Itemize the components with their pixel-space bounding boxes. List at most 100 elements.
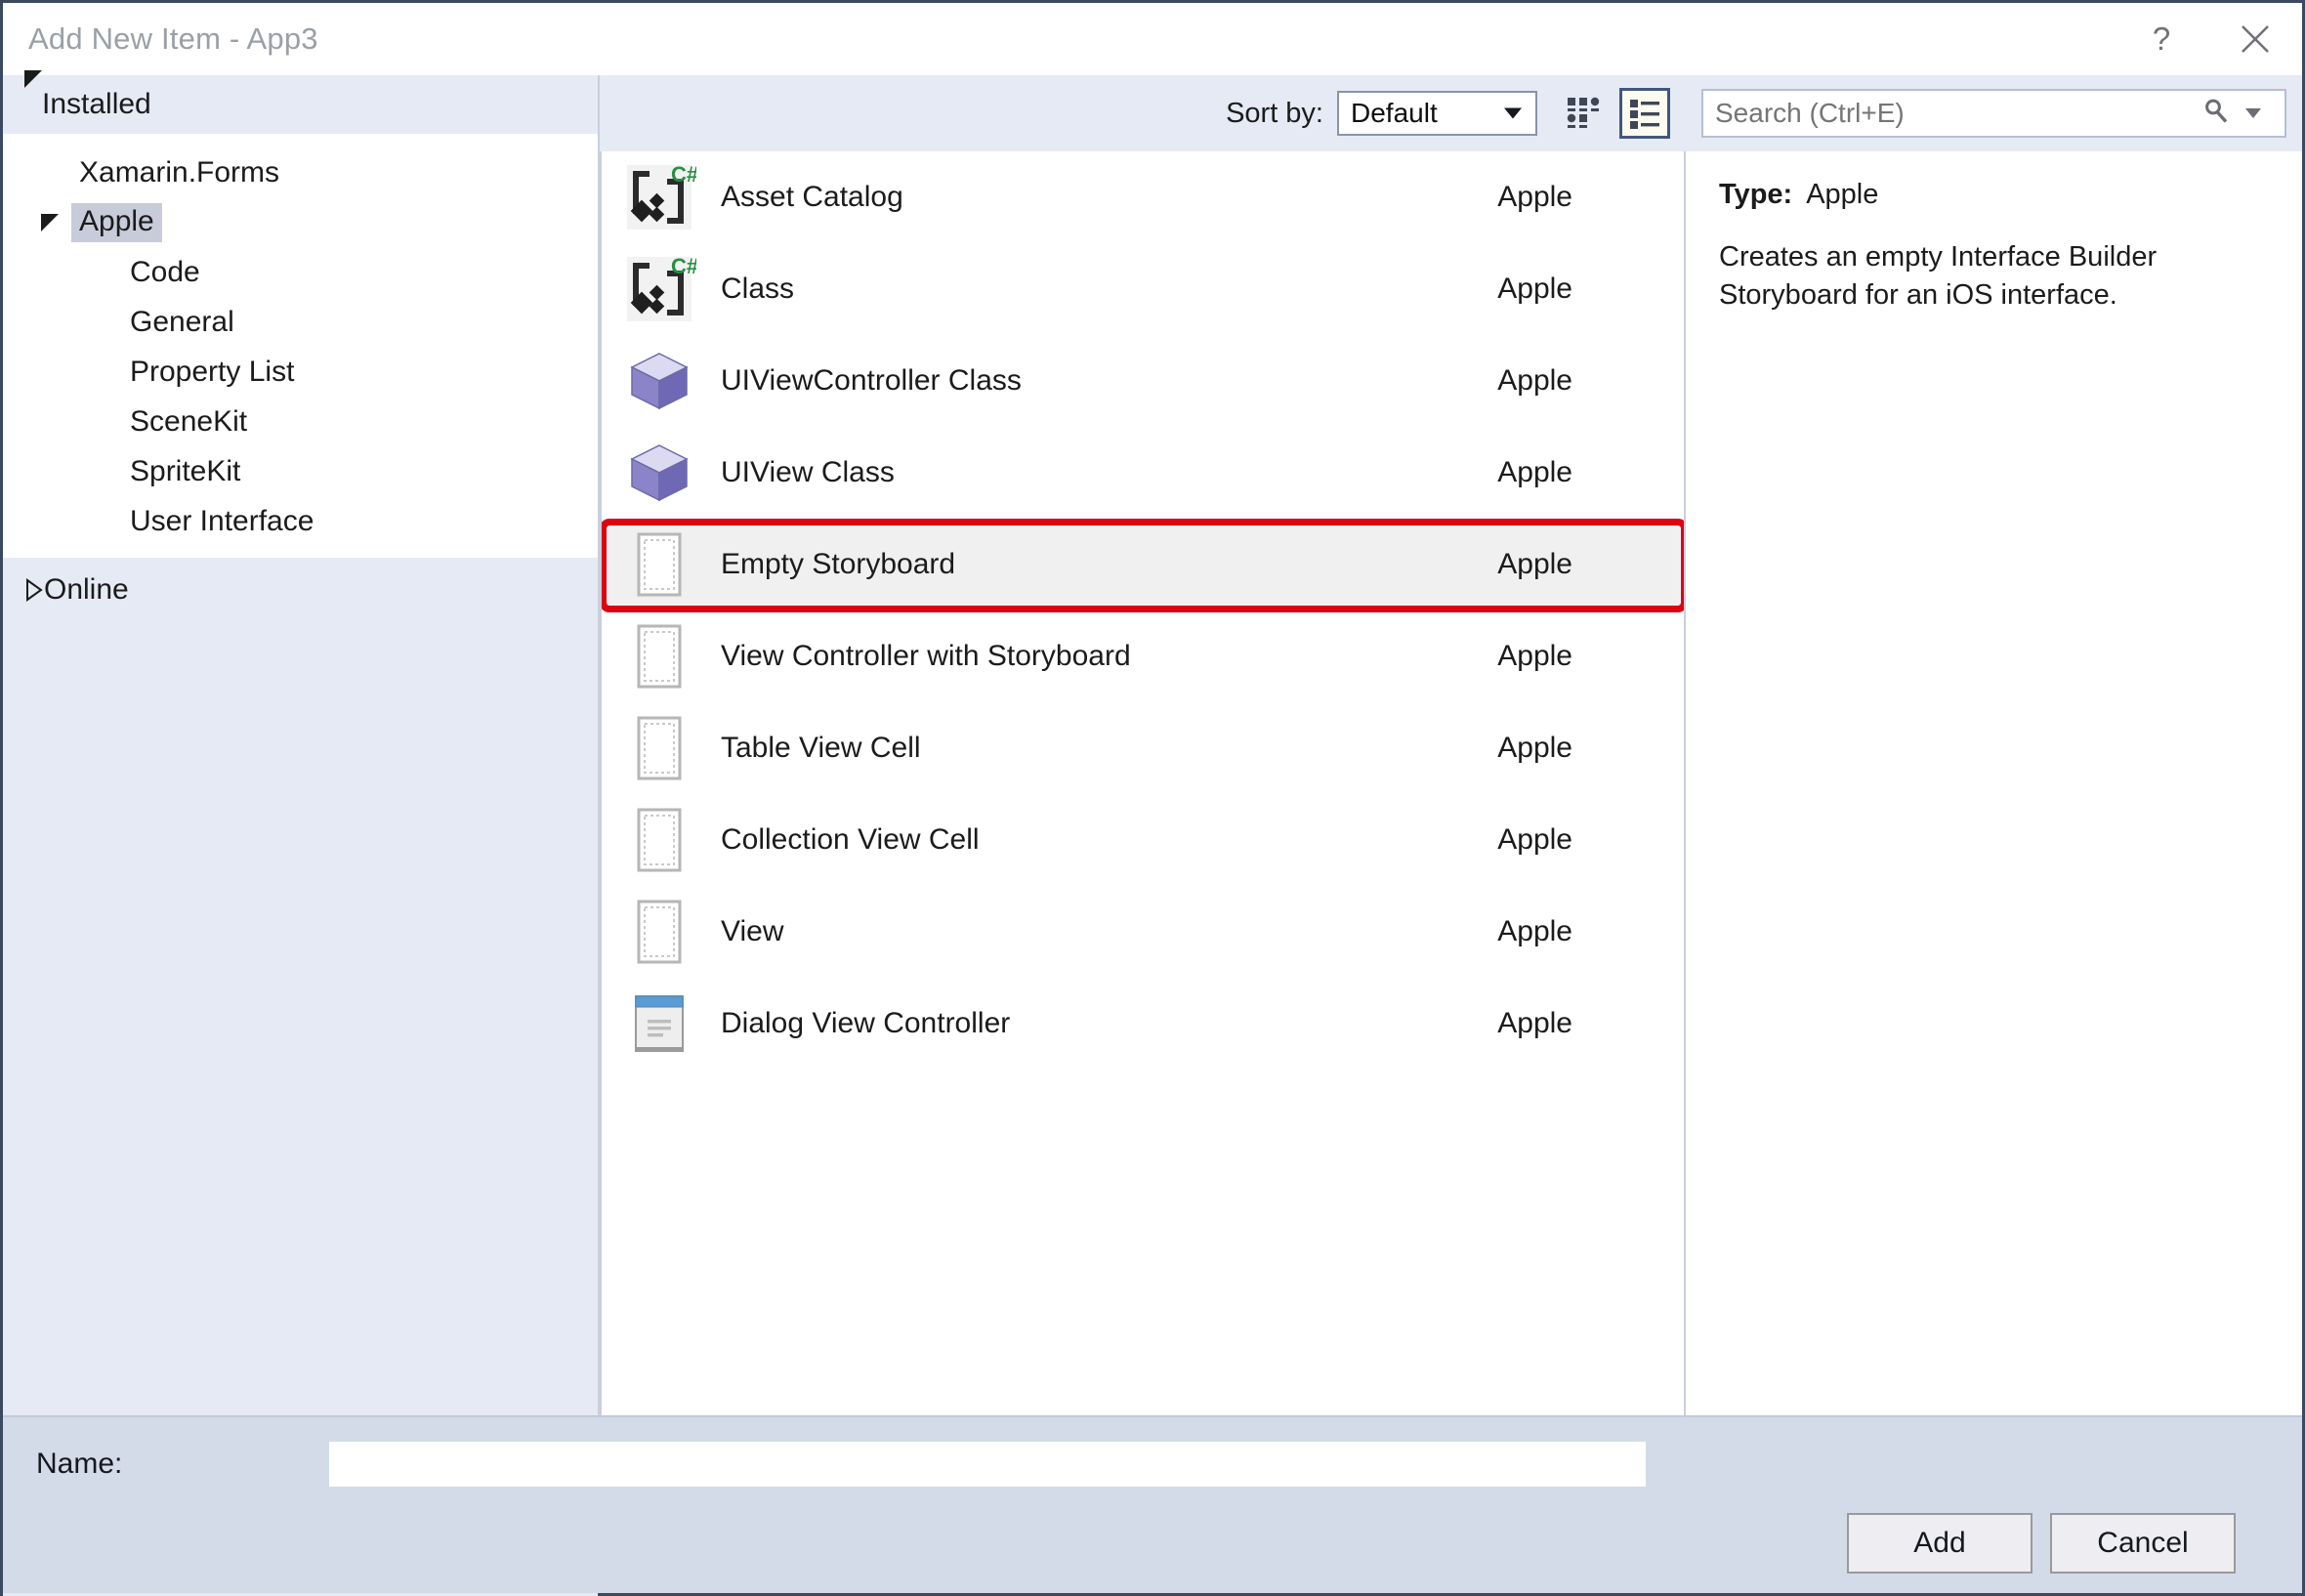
csharp-class-icon: C# (619, 157, 699, 237)
search-box[interactable] (1701, 89, 2286, 138)
sidebar-item-xamarin-forms[interactable]: Xamarin.Forms (3, 147, 598, 197)
svg-text:C#: C# (671, 162, 696, 187)
list-item[interactable]: Collection View Cell Apple (602, 794, 1684, 886)
view-mode-buttons (1559, 88, 1670, 139)
close-button[interactable] (2208, 3, 2302, 75)
dialog-body: Installed Xamarin.Forms Apple Code Gener… (3, 70, 2302, 1596)
search-area (1686, 89, 2302, 138)
sidebar-group-installed-label: Installed (42, 88, 151, 120)
dialog-window-icon (619, 984, 699, 1064)
list-item-origin: Apple (1497, 181, 1572, 213)
expander-down-icon[interactable] (24, 70, 42, 121)
detail-description: Creates an empty Interface Builder Story… (1719, 241, 2158, 312)
list-item-empty-storyboard[interactable]: Empty Storyboard Apple (602, 519, 1684, 610)
title-bar-buttons: ? (2115, 3, 2302, 75)
sidebar-item-label: General (130, 305, 234, 338)
search-input[interactable] (1703, 92, 2284, 135)
list-item-origin: Apple (1497, 364, 1572, 397)
storyboard-icon (619, 800, 699, 880)
sort-by-label: Sort by: (1226, 97, 1323, 129)
sidebar-item-label: Xamarin.Forms (79, 155, 280, 189)
sidebar-group-online[interactable]: Online (3, 558, 598, 622)
sort-by-value: Default (1351, 98, 1438, 128)
list-item-origin: Apple (1497, 640, 1572, 672)
sidebar-item-property-list[interactable]: Property List (3, 347, 598, 397)
sort-by-dropdown[interactable]: Default (1337, 91, 1537, 136)
name-input[interactable] (329, 1442, 1646, 1487)
list-and-details: C# Asset Catalog Apple C# Class Apple UI… (600, 151, 2302, 1415)
list-view-button[interactable] (1619, 88, 1670, 139)
storyboard-icon (619, 616, 699, 696)
sidebar-item-label: Property List (130, 355, 295, 388)
sidebar-installed-items: Xamarin.Forms Apple Code General Propert… (3, 134, 598, 558)
add-button[interactable]: Add (1847, 1513, 2033, 1574)
sidebar-item-label: SpriteKit (130, 454, 241, 487)
chevron-down-icon (1504, 107, 1522, 119)
search-icon[interactable] (2202, 98, 2230, 130)
sidebar-group-online-label: Online (44, 573, 129, 606)
expander-down-icon[interactable] (24, 213, 75, 231)
toolbar-controls: Sort by: Default (600, 88, 1686, 139)
detail-type-row: Type: Apple (1719, 179, 2269, 211)
window-title: Add New Item - App3 (28, 21, 318, 56)
list-item-name: View Controller with Storyboard (721, 640, 1131, 672)
template-details-panel: Type: Apple Creates an empty Interface Bu… (1686, 151, 2302, 1415)
sidebar-item-label: SceneKit (130, 404, 248, 438)
sidebar-item-label: Code (130, 255, 200, 288)
center-column: Sort by: Default Search (Ctrl+E) C# Asse… (600, 75, 2302, 1415)
tiles-view-icon (1567, 97, 1600, 128)
list-item[interactable]: Dialog View Controller Apple (602, 978, 1684, 1070)
list-item[interactable]: Table View Cell Apple (602, 702, 1684, 794)
list-item-name: UIViewController Class (721, 364, 1022, 397)
list-item-name: Empty Storyboard (721, 548, 956, 580)
list-item-name: UIView Class (721, 456, 895, 488)
template-list[interactable]: C# Asset Catalog Apple C# Class Apple UI… (600, 151, 1686, 1415)
cancel-button[interactable]: Cancel (2050, 1513, 2236, 1574)
sidebar-item-label: Apple (71, 202, 162, 242)
svg-text:C#: C# (671, 254, 696, 278)
list-item-origin: Apple (1497, 456, 1572, 488)
sidebar-item-general[interactable]: General (3, 297, 598, 347)
dialog-footer: Name: Add Cancel (3, 1415, 2302, 1593)
detail-type-label: Type: (1719, 179, 1793, 210)
chevron-down-icon[interactable] (2245, 108, 2261, 118)
list-item[interactable]: UIViewController Class Apple (602, 335, 1684, 427)
list-item-name: Dialog View Controller (721, 1007, 1011, 1039)
list-item-name: Table View Cell (721, 732, 921, 764)
list-item-origin: Apple (1497, 915, 1572, 947)
list-item[interactable]: C# Class Apple (602, 243, 1684, 335)
list-item[interactable]: C# Asset Catalog Apple (602, 151, 1684, 243)
list-item-origin: Apple (1497, 548, 1572, 580)
sidebar-item-spritekit[interactable]: SpriteKit (3, 446, 598, 496)
list-toolbar: Sort by: Default (600, 75, 2302, 151)
list-item-name: Collection View Cell (721, 823, 980, 856)
close-icon (2242, 25, 2269, 53)
help-button[interactable]: ? (2115, 3, 2208, 75)
list-item[interactable]: View Controller with Storyboard Apple (602, 610, 1684, 702)
list-item-origin: Apple (1497, 823, 1572, 856)
list-item-name: Class (721, 273, 795, 305)
list-item[interactable]: UIView Class Apple (602, 427, 1684, 519)
csharp-class-icon: C# (619, 249, 699, 329)
list-item[interactable]: View Apple (602, 886, 1684, 978)
list-item-origin: Apple (1497, 273, 1572, 305)
list-item-name: View (721, 915, 784, 947)
sidebar-item-apple[interactable]: Apple (3, 197, 598, 247)
expander-right-icon[interactable] (24, 578, 44, 602)
list-view-icon (1630, 100, 1659, 129)
list-item-name: Asset Catalog (721, 181, 903, 213)
sidebar-item-user-interface[interactable]: User Interface (3, 496, 598, 546)
storyboard-icon (619, 892, 699, 972)
name-label: Name: (36, 1448, 123, 1480)
question-mark-icon: ? (2152, 21, 2171, 57)
templates-tree-sidebar: Installed Xamarin.Forms Apple Code Gener… (3, 70, 600, 1596)
sidebar-item-scenekit[interactable]: SceneKit (3, 397, 598, 446)
tiles-view-button[interactable] (1559, 88, 1610, 139)
purple-cube-icon (619, 433, 699, 513)
purple-cube-icon (619, 341, 699, 421)
detail-type-value: Apple (1806, 179, 1879, 210)
sidebar-item-code[interactable]: Code (3, 247, 598, 297)
list-item-origin: Apple (1497, 1007, 1572, 1039)
sidebar-group-installed[interactable]: Installed (3, 70, 598, 134)
add-new-item-dialog: Add New Item - App3 ? Installed Xamarin.… (0, 0, 2305, 1596)
